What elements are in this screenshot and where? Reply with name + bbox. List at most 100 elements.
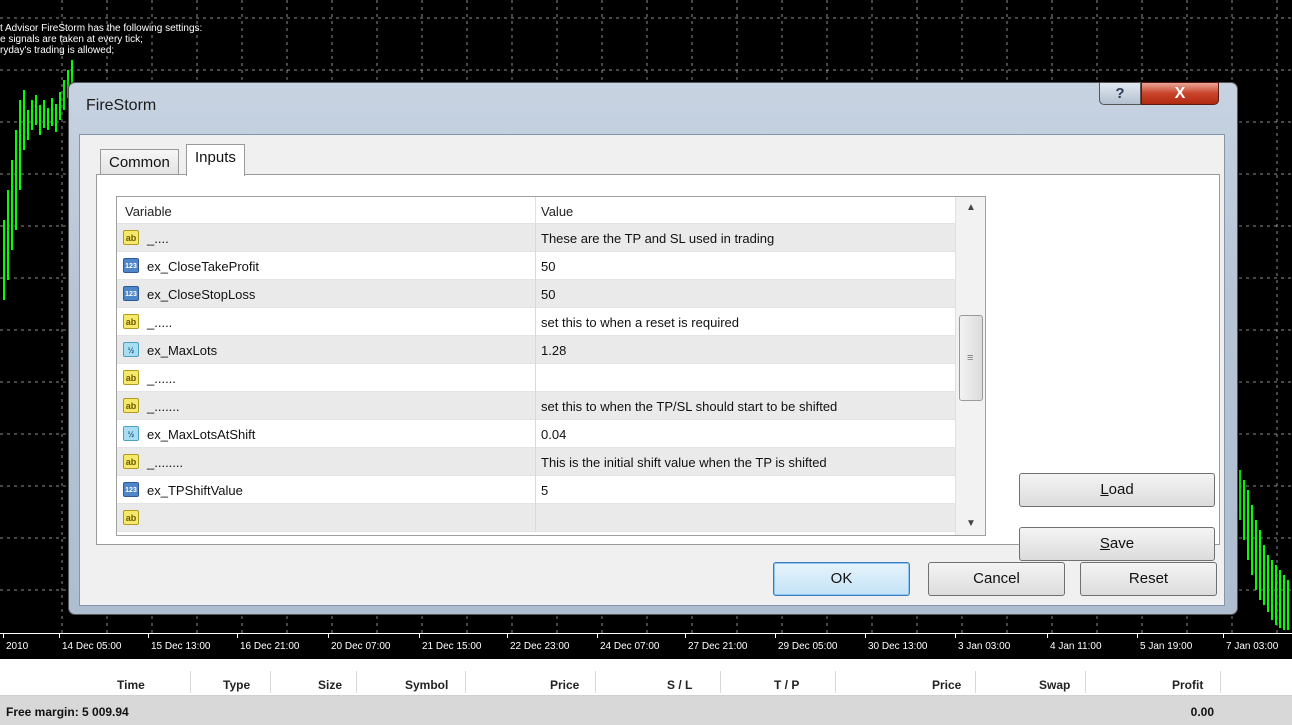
col-divider bbox=[465, 671, 466, 693]
time-axis-label: 21 Dec 15:00 bbox=[422, 641, 482, 652]
header-value[interactable]: Value bbox=[541, 204, 573, 219]
time-axis-tick bbox=[419, 634, 420, 638]
col-divider bbox=[270, 671, 271, 693]
row-value[interactable]: 0.04 bbox=[541, 427, 566, 442]
inputs-grid[interactable]: Variable Value ab _.... These are the TP a… bbox=[116, 196, 986, 536]
row-value[interactable]: 50 bbox=[541, 259, 555, 274]
row-divider bbox=[535, 308, 536, 336]
ok-button[interactable]: OK bbox=[773, 562, 910, 596]
time-axis-label: 14 Dec 05:00 bbox=[62, 641, 122, 652]
row-value[interactable]: set this to when a reset is required bbox=[541, 315, 739, 330]
time-axis-label: 16 Dec 21:00 bbox=[240, 641, 300, 652]
col-divider bbox=[595, 671, 596, 693]
row-variable: ex_CloseStopLoss bbox=[147, 287, 256, 302]
col-profit[interactable]: Profit bbox=[1172, 678, 1203, 692]
row-variable: ex_CloseTakeProfit bbox=[147, 259, 259, 274]
string-type-icon: ab bbox=[123, 230, 139, 245]
save-button[interactable]: Save bbox=[1019, 527, 1215, 561]
load-accel-key: L bbox=[1100, 481, 1109, 498]
string-type-icon: ab bbox=[123, 398, 139, 413]
grid-row[interactable]: 123 ex_CloseStopLoss 50 bbox=[117, 280, 955, 308]
grid-row[interactable]: ab _........ This is the initial shift val… bbox=[117, 448, 955, 476]
tab-common[interactable]: Common bbox=[100, 149, 179, 175]
time-axis-label: 27 Dec 21:00 bbox=[688, 641, 748, 652]
header-divider bbox=[535, 197, 536, 224]
grid-row[interactable]: 123 ex_TPShiftValue 5 bbox=[117, 476, 955, 504]
row-value[interactable]: These are the TP and SL used in trading bbox=[541, 231, 774, 246]
row-divider bbox=[535, 476, 536, 504]
load-label: oad bbox=[1108, 481, 1134, 498]
col-type[interactable]: Type bbox=[223, 678, 250, 692]
time-axis: 2010 14 Dec 05:00 15 Dec 13:00 16 Dec 21:00… bbox=[0, 633, 1292, 659]
col-size[interactable]: Size bbox=[318, 678, 342, 692]
string-type-icon: ab bbox=[123, 370, 139, 385]
col-divider bbox=[1085, 671, 1086, 693]
grid-row[interactable]: ab _....... set this to when the TP/SL sho… bbox=[117, 392, 955, 420]
row-variable: ex_MaxLotsAtShift bbox=[147, 427, 256, 442]
time-axis-label: 5 Jan 19:00 bbox=[1140, 641, 1193, 652]
scroll-thumb[interactable]: ≡ bbox=[959, 315, 983, 401]
time-axis-tick bbox=[507, 634, 508, 638]
time-axis-tick bbox=[59, 634, 60, 638]
inputs-tab-panel: Variable Value ab _.... These are the TP a… bbox=[96, 174, 1220, 561]
time-axis-label: 24 Dec 07:00 bbox=[600, 641, 660, 652]
load-button[interactable]: Load bbox=[1019, 473, 1215, 507]
col-time[interactable]: Time bbox=[117, 678, 145, 692]
reset-button[interactable]: Reset bbox=[1080, 562, 1217, 596]
scroll-up-arrow-icon[interactable]: ▲ bbox=[956, 197, 985, 219]
col-divider bbox=[720, 671, 721, 693]
time-axis-tick bbox=[685, 634, 686, 638]
help-button[interactable]: ? bbox=[1099, 82, 1141, 105]
col-tp[interactable]: T / P bbox=[774, 678, 799, 692]
time-axis-tick bbox=[1223, 634, 1224, 638]
row-value[interactable]: 5 bbox=[541, 483, 548, 498]
col-sl[interactable]: S / L bbox=[667, 678, 692, 692]
double-type-icon: ½ bbox=[123, 342, 139, 357]
row-divider bbox=[535, 392, 536, 420]
scroll-down-arrow-icon[interactable]: ▼ bbox=[956, 513, 985, 535]
firestorm-dialog: FireStorm ? X Common Inputs Variable Val… bbox=[68, 82, 1238, 615]
integer-type-icon: 123 bbox=[123, 258, 139, 273]
grid-row[interactable]: ab bbox=[117, 504, 955, 532]
double-type-icon: ½ bbox=[123, 426, 139, 441]
col-price-current[interactable]: Price bbox=[932, 678, 961, 692]
row-divider bbox=[535, 364, 536, 392]
time-axis-tick bbox=[955, 634, 956, 638]
time-axis-label: 22 Dec 23:00 bbox=[510, 641, 570, 652]
grid-header: Variable Value bbox=[117, 197, 955, 224]
row-divider bbox=[535, 280, 536, 308]
tab-inputs[interactable]: Inputs bbox=[186, 144, 245, 176]
row-divider bbox=[535, 420, 536, 448]
col-price[interactable]: Price bbox=[550, 678, 579, 692]
row-value[interactable]: 50 bbox=[541, 287, 555, 302]
col-swap[interactable]: Swap bbox=[1039, 678, 1070, 692]
cancel-button[interactable]: Cancel bbox=[928, 562, 1065, 596]
grid-row[interactable]: ab _...... bbox=[117, 364, 955, 392]
header-variable[interactable]: Variable bbox=[125, 204, 172, 219]
time-axis-label: 3 Jan 03:00 bbox=[958, 641, 1011, 652]
row-value[interactable]: This is the initial shift value when the… bbox=[541, 455, 827, 470]
dialog-body: Common Inputs Variable Value ab _.... Thes… bbox=[79, 134, 1225, 606]
grid-row[interactable]: ab _.... These are the TP and SL used in t… bbox=[117, 224, 955, 252]
close-button[interactable]: X bbox=[1141, 82, 1219, 105]
col-divider bbox=[190, 671, 191, 693]
terminal-summary-row: Free margin: 5 009.94 0.00 bbox=[0, 696, 1292, 725]
time-axis-tick bbox=[3, 634, 4, 638]
vertical-scrollbar[interactable]: ▲ ≡ ▼ bbox=[955, 197, 985, 535]
row-value[interactable]: set this to when the TP/SL should start … bbox=[541, 399, 837, 414]
grid-row[interactable]: ab _..... set this to when a reset is requ… bbox=[117, 308, 955, 336]
col-symbol[interactable]: Symbol bbox=[405, 678, 448, 692]
row-variable: ex_TPShiftValue bbox=[147, 483, 243, 498]
grid-row[interactable]: ½ ex_MaxLotsAtShift 0.04 bbox=[117, 420, 955, 448]
row-variable: ex_MaxLots bbox=[147, 343, 218, 358]
grid-row[interactable]: 123 ex_CloseTakeProfit 50 bbox=[117, 252, 955, 280]
col-divider bbox=[356, 671, 357, 693]
grid-row[interactable]: ½ ex_MaxLots 1.28 bbox=[117, 336, 955, 364]
time-axis-tick bbox=[328, 634, 329, 638]
row-divider bbox=[535, 504, 536, 532]
row-variable: _...... bbox=[147, 371, 176, 386]
time-axis-label: 7 Jan 03:00 bbox=[1226, 641, 1279, 652]
row-value[interactable]: 1.28 bbox=[541, 343, 566, 358]
save-label: ave bbox=[1109, 535, 1135, 552]
time-axis-tick bbox=[237, 634, 238, 638]
